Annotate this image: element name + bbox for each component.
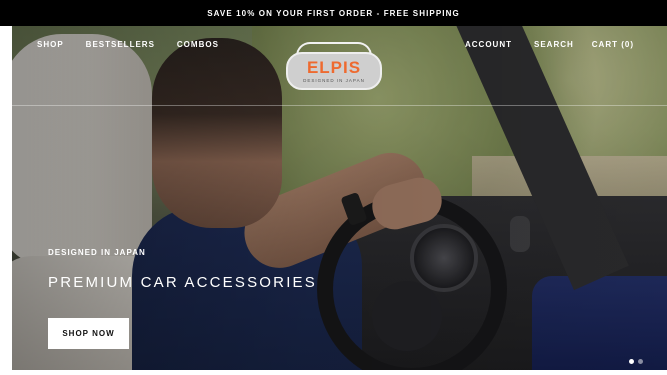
- logo-tagline: DESIGNED IN JAPAN: [303, 78, 365, 83]
- nav-search[interactable]: SEARCH: [534, 40, 574, 49]
- nav-shop[interactable]: SHOP: [37, 40, 64, 49]
- utility-nav: ACCOUNT SEARCH CART (0): [465, 40, 634, 49]
- slideshow-dots-icon[interactable]: [629, 359, 643, 364]
- slideshow-dot[interactable]: [629, 359, 634, 364]
- nav-bestsellers[interactable]: BESTSELLERS: [86, 40, 155, 49]
- nav-cart[interactable]: CART (0): [592, 40, 634, 49]
- shop-now-button[interactable]: SHOP NOW: [48, 318, 129, 349]
- nav-combos[interactable]: COMBOS: [177, 40, 219, 49]
- hero-eyebrow: DESIGNED IN JAPAN: [48, 248, 146, 257]
- page: SAVE 10% ON YOUR FIRST ORDER - FREE SHIP…: [0, 0, 667, 375]
- announcement-bar: SAVE 10% ON YOUR FIRST ORDER - FREE SHIP…: [0, 0, 667, 26]
- brand-logo[interactable]: ELPIS DESIGNED IN JAPAN: [286, 36, 382, 92]
- announcement-text: SAVE 10% ON YOUR FIRST ORDER - FREE SHIP…: [207, 8, 460, 18]
- logo-wordmark: ELPIS: [306, 58, 362, 77]
- hero-headline: PREMIUM CAR ACCESSORIES: [48, 274, 317, 291]
- main-nav: SHOP BESTSELLERS COMBOS: [37, 40, 219, 49]
- nav-account[interactable]: ACCOUNT: [465, 40, 512, 49]
- header-divider: [12, 105, 667, 106]
- slideshow-dot[interactable]: [638, 359, 643, 364]
